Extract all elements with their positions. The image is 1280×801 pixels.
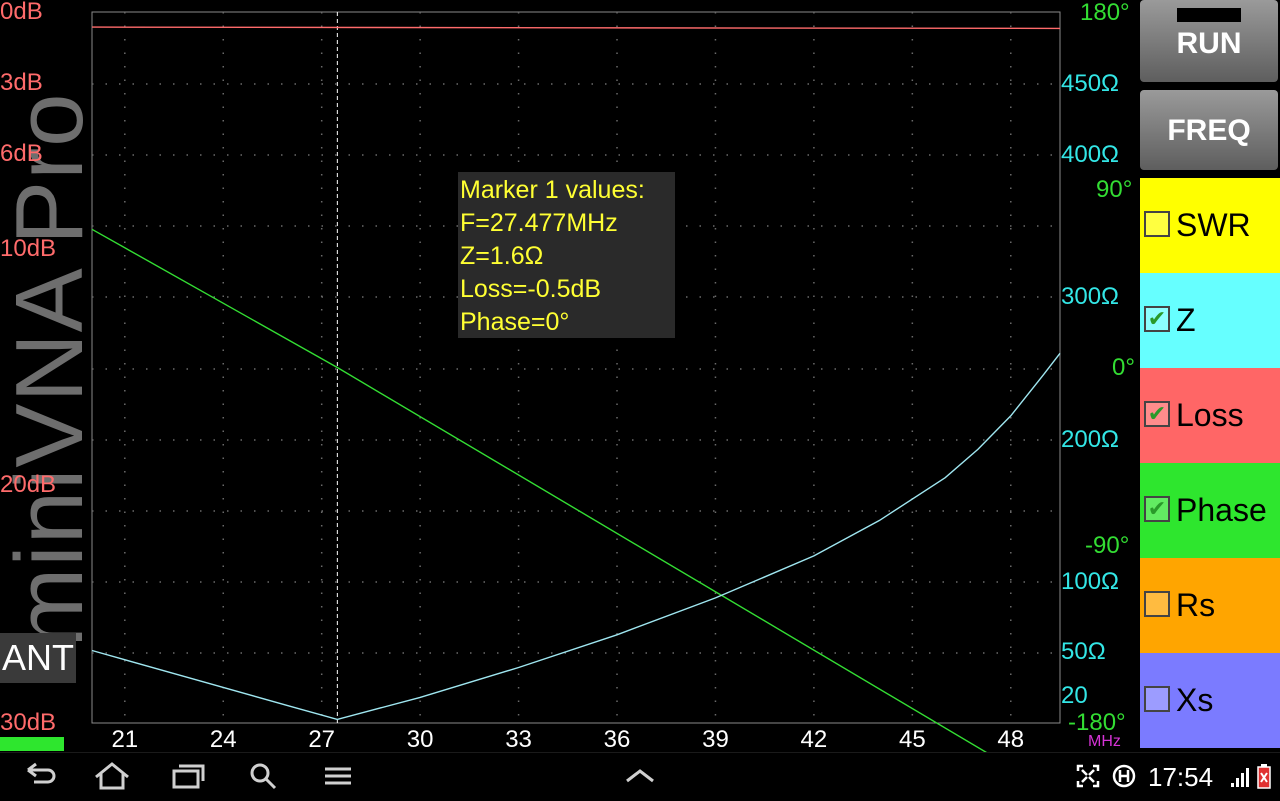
loss-tick-label: 10dB	[0, 235, 57, 262]
loss-tick-label: 3dB	[0, 69, 43, 96]
chevron-up-icon[interactable]	[622, 761, 658, 798]
trace-toggle-label: Loss	[1176, 397, 1244, 433]
x-tick-label: 45	[898, 726, 926, 753]
z-tick-label: 20	[1061, 682, 1088, 709]
phase-tick-label: 90°	[1096, 176, 1133, 203]
trace-toggle-label: Rs	[1176, 587, 1216, 623]
loss-tick-label: 6dB	[0, 140, 43, 167]
run-button-label: RUN	[1176, 27, 1242, 60]
run-button[interactable]: RUN	[1140, 0, 1278, 82]
signal-icon	[1228, 761, 1252, 798]
marker-readout: Marker 1 values: F=27.477MHz Z=1.6Ω Loss…	[458, 172, 675, 338]
x-tick-label: 39	[702, 726, 729, 753]
z-tick-label: 400Ω	[1061, 141, 1119, 168]
marker-loss: Loss=-0.5dB	[460, 275, 602, 303]
x-tick-label: 36	[603, 726, 631, 753]
checkbox-icon[interactable]: ✔	[1144, 401, 1170, 427]
loss-tick-label: 30dB	[0, 709, 57, 736]
marker-title: Marker 1 values:	[460, 176, 645, 204]
back-icon[interactable]	[20, 761, 60, 798]
marker-frequency: F=27.477MHz	[460, 209, 618, 237]
phase-tick-label: 0°	[1112, 354, 1135, 381]
loss-trace	[91, 26, 1061, 30]
z-tick-label: 50Ω	[1061, 638, 1106, 665]
mode-badge[interactable]: ANT	[0, 633, 76, 683]
x-unit-label: MHz	[1088, 733, 1121, 750]
app-watermark: miniVNA Pro	[0, 92, 103, 648]
trace-toggle-swr[interactable]: SWR	[1140, 178, 1280, 273]
z-tick-label: 300Ω	[1061, 283, 1119, 310]
checkbox-icon[interactable]: ✔	[1144, 306, 1170, 332]
z-trace	[91, 352, 1061, 721]
phase-tick-label: -90°	[1085, 532, 1130, 559]
loss-tick-label: 20dB	[0, 471, 57, 498]
fullscreen-icon[interactable]	[1074, 761, 1102, 798]
checkbox-icon[interactable]: ✔	[1144, 496, 1170, 522]
traces	[91, 26, 1061, 752]
x-tick-label: 27	[308, 726, 336, 753]
checkbox-icon[interactable]	[1144, 211, 1170, 237]
recent-apps-icon[interactable]	[168, 761, 208, 798]
trace-toggle-z[interactable]: ✔ Z	[1140, 273, 1280, 368]
checkbox-icon[interactable]	[1144, 591, 1170, 617]
trace-toggle-label: Xs	[1176, 682, 1214, 718]
freq-button[interactable]: FREQ	[1140, 90, 1278, 170]
system-bar: 17:54	[0, 752, 1280, 801]
freq-button-label: FREQ	[1167, 114, 1251, 147]
vna-plot[interactable]	[0, 0, 1140, 752]
x-tick-label: 30	[406, 726, 434, 753]
plot-grid	[92, 12, 1060, 723]
x-tick-label: 21	[111, 726, 139, 753]
z-tick-label: 450Ω	[1061, 70, 1119, 97]
marker-impedance: Z=1.6Ω	[460, 242, 544, 270]
trace-toggle-xs[interactable]: Xs	[1140, 653, 1280, 748]
marker-phase: Phase=0°	[460, 308, 570, 336]
x-tick-label: 33	[505, 726, 532, 753]
menu-icon[interactable]	[322, 761, 354, 798]
run-indicator	[1177, 8, 1241, 22]
checkbox-icon[interactable]	[1144, 686, 1170, 712]
loss-tick-label: 0dB	[0, 0, 43, 25]
x-tick-label: 48	[997, 726, 1025, 753]
search-icon[interactable]	[246, 761, 280, 798]
trace-toggle-label: Phase	[1176, 492, 1267, 528]
trace-toggle-label: Z	[1176, 302, 1196, 338]
home-icon[interactable]	[90, 761, 134, 798]
trace-toggle-phase[interactable]: ✔ Phase	[1140, 463, 1280, 558]
clock: 17:54	[1148, 762, 1214, 792]
phase-tick-label: -180°	[1068, 709, 1126, 736]
data-sync-icon	[1110, 761, 1138, 798]
progress-bar	[0, 737, 64, 751]
plot-frame	[91, 11, 1061, 724]
x-tick-label: 42	[800, 726, 828, 753]
trace-toggle-rs[interactable]: Rs	[1140, 558, 1280, 653]
trace-toggle-label: SWR	[1176, 207, 1251, 243]
z-tick-label: 100Ω	[1061, 568, 1119, 595]
phase-tick-label: 180°	[1080, 0, 1130, 26]
z-tick-label: 200Ω	[1061, 426, 1119, 453]
battery-icon	[1254, 761, 1274, 798]
x-tick-label: 24	[209, 726, 237, 753]
trace-toggle-loss[interactable]: ✔ Loss	[1140, 368, 1280, 463]
